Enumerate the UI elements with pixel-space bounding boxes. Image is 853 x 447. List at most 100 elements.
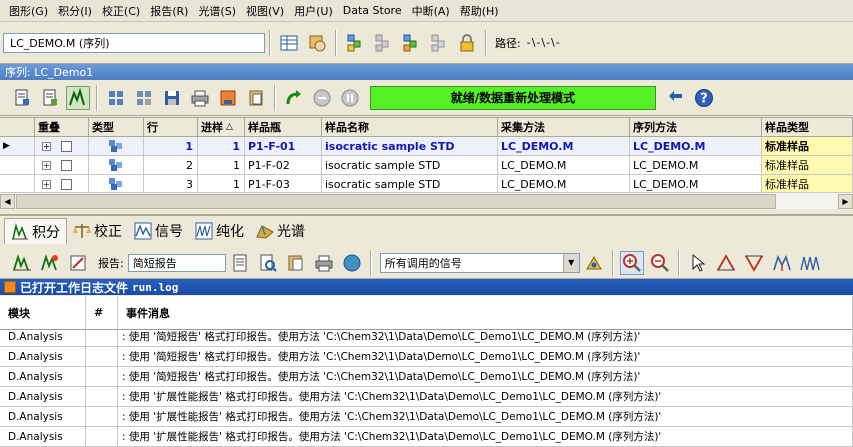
- menu-report[interactable]: 报告(R): [145, 3, 193, 19]
- clipboard-icon[interactable]: [244, 86, 268, 110]
- sequence-run-icon[interactable]: [343, 31, 367, 55]
- integration-icon: [12, 222, 28, 239]
- log-row[interactable]: D.Analysis : 使用 '简短报告' 格式打印报告。使用方法 'C:\C…: [0, 327, 853, 347]
- tab-calibration[interactable]: 校正: [67, 218, 128, 244]
- print-icon[interactable]: [188, 86, 212, 110]
- column-header-type[interactable]: 类型: [89, 118, 144, 137]
- signal-select[interactable]: 所有调用的信号 ▼: [379, 252, 580, 273]
- toolbar-separator: [269, 29, 271, 56]
- multi-peak-icon[interactable]: [798, 251, 822, 275]
- help-icon[interactable]: ?: [692, 86, 716, 110]
- document-edit-icon[interactable]: [38, 86, 62, 110]
- report-label: 报告:: [98, 256, 124, 270]
- redo-arrow-icon[interactable]: [282, 86, 306, 110]
- preview-icon[interactable]: [256, 251, 280, 275]
- scroll-left-icon[interactable]: ◀: [0, 194, 15, 209]
- document-view-icon[interactable]: [10, 86, 34, 110]
- vial-cell: P1-F-01: [245, 137, 322, 156]
- main-toolbar: LC_DEMO.M (序列) 路径: -\-\-\-: [0, 22, 853, 64]
- log-title-text: 已打开工作日志文件: [20, 280, 129, 295]
- table-row[interactable]: ▶ + 1 1 P1-F-01 isocratic sample STD LC_…: [0, 137, 853, 156]
- log-column-message[interactable]: 事件消息: [118, 296, 853, 330]
- tab-signal[interactable]: 信号: [128, 218, 189, 244]
- log-number-cell: [86, 387, 118, 407]
- overlay-checkbox[interactable]: [61, 178, 72, 190]
- menu-data-store[interactable]: Data Store: [338, 4, 407, 17]
- menu-abort[interactable]: 中断(A): [407, 3, 455, 19]
- menu-view[interactable]: 视图(V): [241, 3, 289, 19]
- lock-icon[interactable]: [455, 31, 479, 55]
- signal-options-icon[interactable]: [582, 251, 606, 275]
- overlay-checkbox[interactable]: [61, 140, 72, 152]
- menu-user[interactable]: 用户(U): [289, 3, 338, 19]
- chromatogram-icon[interactable]: [66, 85, 90, 110]
- tab-purity[interactable]: 纯化: [189, 218, 250, 244]
- column-header-vial[interactable]: 样品瓶: [245, 118, 322, 137]
- expand-icon[interactable]: +: [42, 160, 51, 170]
- scroll-thumb[interactable]: [16, 194, 776, 209]
- split-peak-icon[interactable]: [770, 251, 794, 275]
- method-hand-icon[interactable]: [305, 31, 329, 55]
- report-icon[interactable]: [216, 86, 240, 110]
- report-page-icon[interactable]: [228, 251, 252, 275]
- column-header-line[interactable]: 行: [144, 118, 198, 137]
- pause-icon: [338, 86, 362, 110]
- log-module-cell: D.Analysis: [0, 407, 86, 427]
- method-combo[interactable]: LC_DEMO.M (序列): [3, 32, 265, 53]
- globe-report-icon[interactable]: [340, 251, 364, 275]
- menu-graphics[interactable]: 图形(G): [4, 3, 53, 19]
- save-icon[interactable]: [160, 86, 184, 110]
- auto-integrate-icon[interactable]: [38, 251, 62, 275]
- draw-valley-icon[interactable]: [742, 251, 766, 275]
- grid-detail-icon[interactable]: [132, 86, 156, 110]
- sequence-table-header: 重叠 类型 行 进样 △ 样品瓶 样品名称 采集方法 序列方法 样品类型: [0, 118, 853, 137]
- print-report-icon[interactable]: [312, 251, 336, 275]
- draw-baseline-icon[interactable]: [714, 251, 738, 275]
- log-column-number[interactable]: #: [86, 296, 118, 330]
- tab-integration[interactable]: 积分: [4, 218, 67, 244]
- table-view-icon[interactable]: [277, 31, 301, 55]
- column-header-sample-type[interactable]: 样品类型: [762, 118, 853, 137]
- column-header-acq-method[interactable]: 采集方法: [498, 118, 630, 137]
- expand-icon[interactable]: +: [42, 179, 51, 189]
- return-arrow-icon[interactable]: [664, 86, 688, 110]
- log-row[interactable]: D.Analysis : 使用 '简短报告' 格式打印报告。使用方法 'C:\C…: [0, 367, 853, 387]
- sequence-toolbar: 就绪/数据重新处理模式 ?: [0, 80, 853, 116]
- menu-integration[interactable]: 积分(I): [53, 3, 97, 19]
- log-number-cell: [86, 347, 118, 367]
- grid-view-icon[interactable]: [104, 86, 128, 110]
- log-column-module[interactable]: 模块: [0, 296, 86, 330]
- log-module-cell: D.Analysis: [0, 387, 86, 407]
- log-row[interactable]: D.Analysis : 使用 '简短报告' 格式打印报告。使用方法 'C:\C…: [0, 347, 853, 367]
- horizontal-scrollbar[interactable]: ◀ ▶: [0, 192, 853, 209]
- tab-spectra-label: 光谱: [277, 224, 305, 240]
- overlay-checkbox[interactable]: [61, 159, 72, 171]
- zoom-in-icon[interactable]: [619, 250, 644, 275]
- copy-report-icon[interactable]: [284, 251, 308, 275]
- column-header-overlay[interactable]: 重叠: [35, 118, 89, 137]
- current-row-arrow-icon: ▶: [0, 137, 35, 156]
- chevron-down-icon[interactable]: ▼: [562, 253, 579, 272]
- scroll-right-icon[interactable]: ▶: [838, 194, 853, 209]
- integrate-icon[interactable]: [10, 251, 34, 275]
- pointer-icon[interactable]: [686, 251, 710, 275]
- report-style-field[interactable]: 简短报告: [127, 253, 226, 272]
- menu-spectra[interactable]: 光谱(S): [193, 3, 241, 19]
- acq-method-cell: LC_DEMO.M: [498, 156, 630, 175]
- expand-icon[interactable]: +: [42, 141, 51, 151]
- log-row[interactable]: D.Analysis : 使用 '扩展性能报告' 格式打印报告。使用方法 'C:…: [0, 407, 853, 427]
- column-header-sample-name[interactable]: 样品名称: [322, 118, 498, 137]
- tab-spectra[interactable]: 光谱: [250, 218, 311, 244]
- table-row[interactable]: + 2 1 P1-F-02 isocratic sample STD LC_DE…: [0, 156, 853, 175]
- zoom-out-icon[interactable]: [648, 251, 672, 275]
- menu-help[interactable]: 帮助(H): [455, 3, 504, 19]
- log-message-cell: : 使用 '扩展性能报告' 格式打印报告。使用方法 'C:\Chem32\1\D…: [118, 427, 853, 447]
- log-row[interactable]: D.Analysis : 使用 '扩展性能报告' 格式打印报告。使用方法 'C:…: [0, 387, 853, 407]
- integration-events-icon[interactable]: [66, 251, 90, 275]
- sequence-load-icon[interactable]: [399, 31, 423, 55]
- log-row[interactable]: D.Analysis : 使用 '扩展性能报告' 格式打印报告。使用方法 'C:…: [0, 427, 853, 447]
- line-cell: 2: [144, 156, 198, 175]
- column-header-injection[interactable]: 进样 △: [198, 118, 245, 137]
- column-header-seq-method[interactable]: 序列方法: [630, 118, 762, 137]
- menu-calibration[interactable]: 校正(C): [97, 3, 145, 19]
